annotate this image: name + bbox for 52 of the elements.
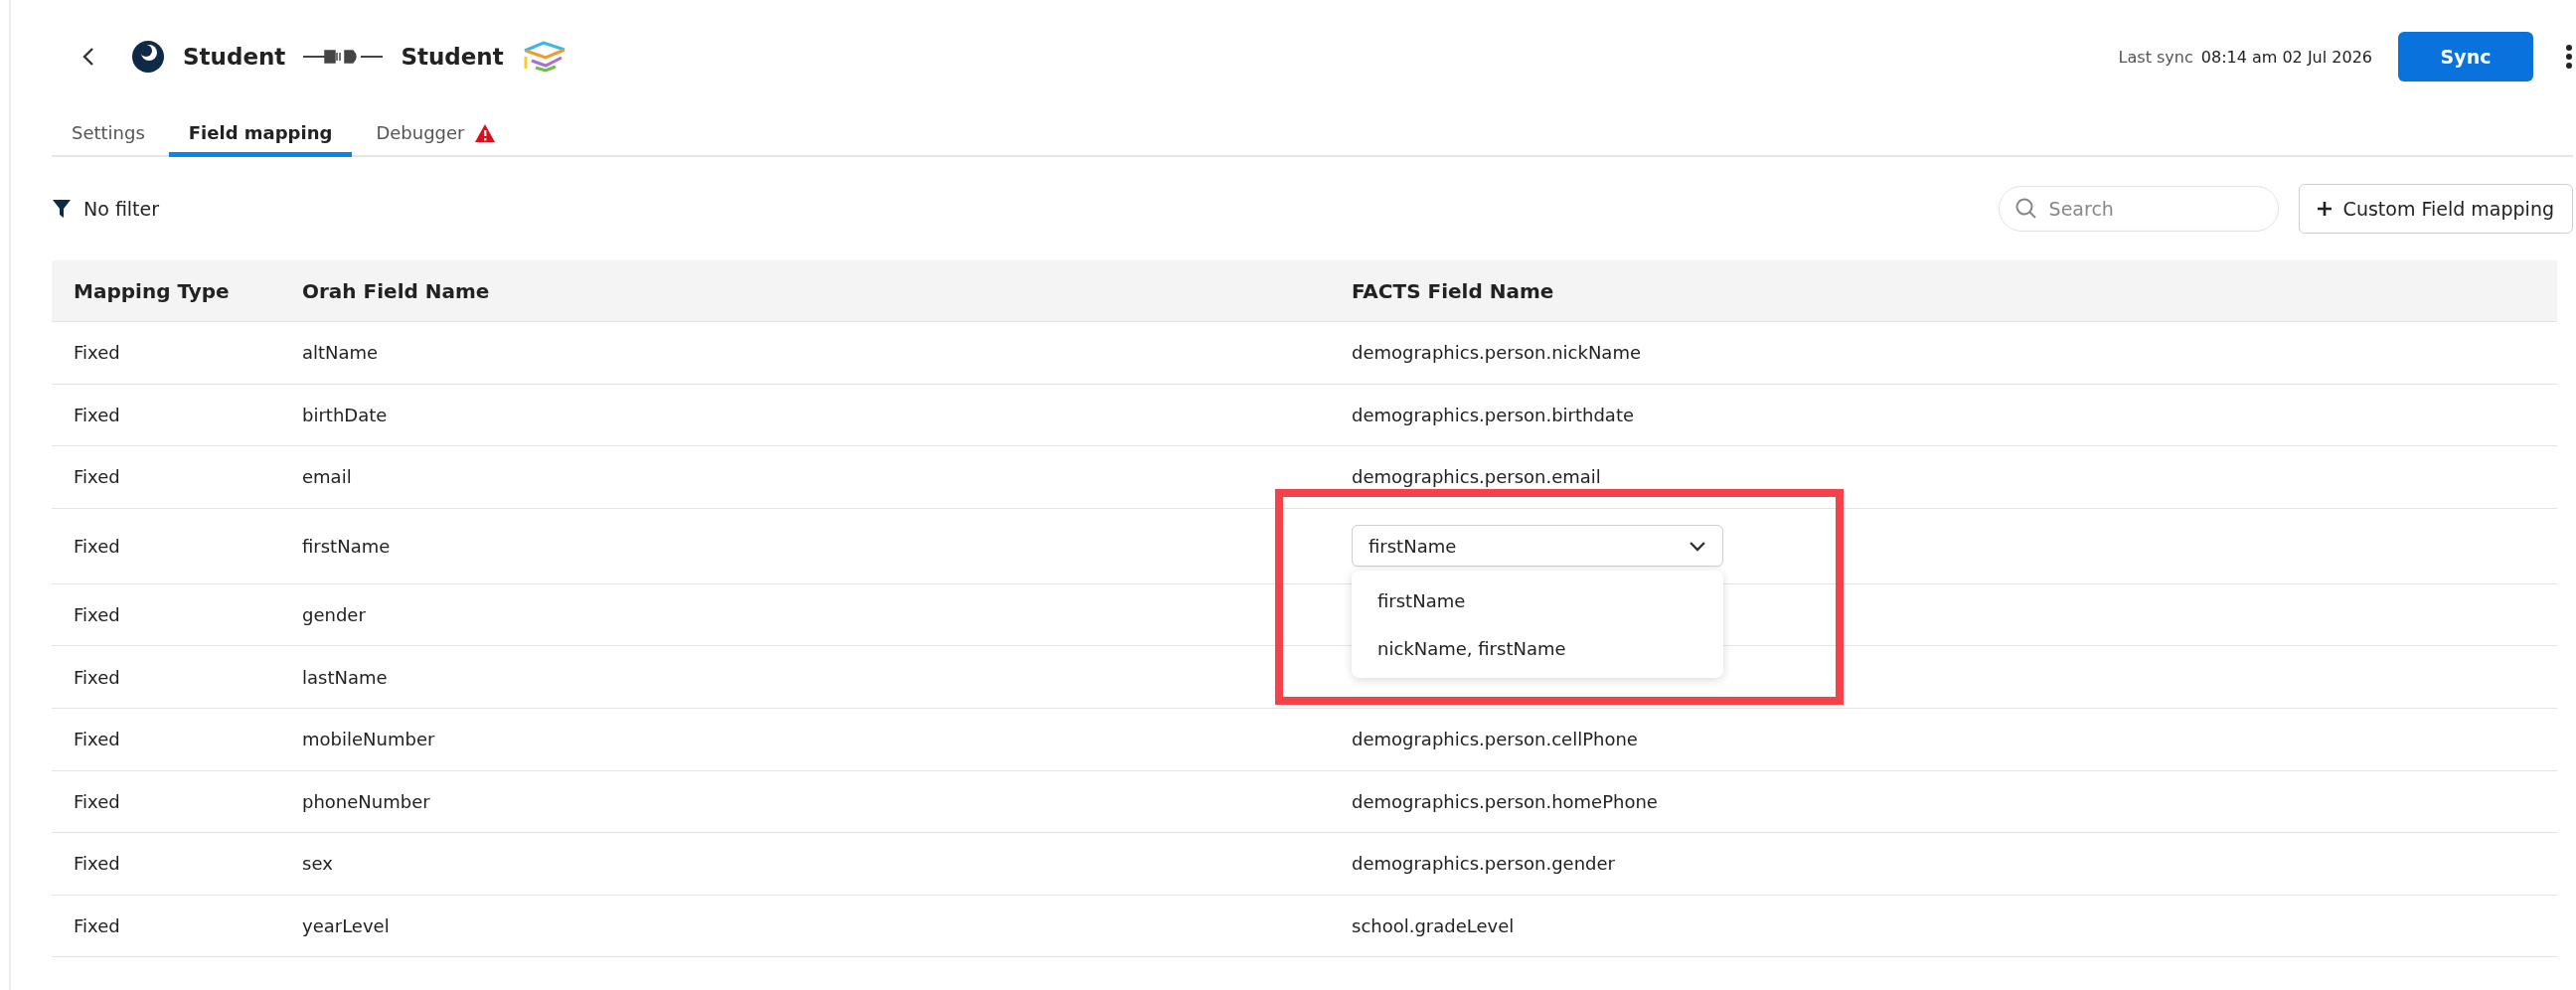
table-cell-text: Fixed [73, 404, 121, 425]
table-cell-text: Fixed [73, 466, 121, 488]
plug-icon [303, 47, 384, 67]
table-cell-text: Fixed [73, 604, 121, 626]
filter-icon[interactable] [52, 199, 72, 219]
table-cell-text: demographics.person.email [1351, 466, 1602, 488]
table-cell-text: demographics.person.cellPhone [1351, 729, 1639, 750]
more-icon[interactable] [2565, 44, 2573, 70]
column-header: FACTS Field Name [1351, 278, 1555, 303]
table-cell-text: birthDate [301, 404, 389, 425]
column-header: Mapping Type [73, 278, 231, 303]
source-title: Student [183, 44, 286, 70]
field-select[interactable]: firstName [1352, 525, 1723, 568]
plus-icon [2317, 202, 2332, 216]
table-cell-text: Fixed [73, 535, 121, 557]
orah-logo-icon [131, 40, 165, 74]
custom-field-mapping-button[interactable]: Custom Field mapping [2298, 184, 2573, 234]
chevron-down-icon [1689, 540, 1706, 552]
last-sync-time: 08:14 am 02 Jul 2026 [2200, 47, 2372, 67]
table-cell-text: phoneNumber [301, 790, 431, 812]
tab[interactable]: Settings [52, 113, 165, 157]
table-cell-text: mobileNumber [301, 729, 436, 750]
table-cell-text: demographics.person.birthdate [1351, 404, 1636, 425]
last-sync-label: Last sync [2118, 47, 2193, 67]
search-icon [2014, 198, 2037, 220]
menu-option[interactable]: firstName [1352, 577, 1723, 625]
table-cell-text: demographics.person.homePhone [1351, 790, 1659, 812]
table-cell-text: Fixed [73, 729, 121, 750]
table-cell-text: sex [301, 853, 334, 875]
table-cell-text: demographics.person.gender [1351, 853, 1616, 875]
table-cell-text: Fixed [73, 790, 121, 812]
table-cell-text: Fixed [73, 666, 121, 688]
target-title: Student [401, 44, 504, 70]
table-cell-text: gender [301, 604, 367, 626]
table-cell-text: school.gradeLevel [1351, 915, 1516, 937]
back-icon[interactable] [81, 47, 95, 67]
menu-option[interactable]: nickName, firstName [1352, 624, 1723, 673]
table-cell-text: email [301, 466, 353, 488]
table-cell-text: Fixed [73, 342, 121, 364]
table-cell-text: Fixed [73, 915, 121, 937]
sync-button[interactable]: Sync [2398, 32, 2533, 82]
filter-label[interactable]: No filter [83, 198, 160, 220]
select-value: firstName [1368, 535, 1457, 557]
tab[interactable]: Debugger [356, 113, 517, 157]
table-cell-text: Fixed [73, 853, 121, 875]
table-cell-text: demographics.person.nickName [1351, 342, 1642, 364]
table-cell-text: firstName [301, 535, 392, 557]
table-cell-text: lastName [301, 666, 389, 688]
tab[interactable]: Field mapping [168, 113, 353, 157]
table-cell-text: altName [301, 342, 380, 364]
column-header: Orah Field Name [301, 278, 491, 303]
table-cell-text: yearLevel [301, 915, 391, 937]
